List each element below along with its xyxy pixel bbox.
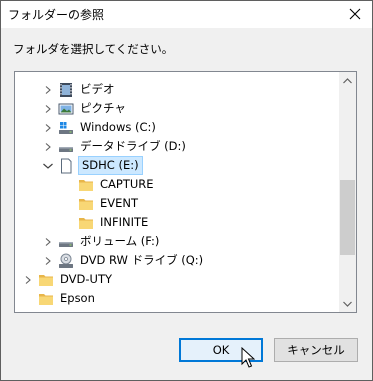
chevron-right-icon[interactable]: [41, 137, 55, 156]
scroll-down-button[interactable]: [339, 295, 356, 312]
pictures-icon: [58, 101, 74, 117]
chevron-down-icon: [343, 301, 352, 307]
tree-item-dvd-uty[interactable]: DVD-UTY: [21, 270, 114, 289]
folder-icon: [78, 215, 94, 231]
chevron-right-icon[interactable]: [41, 118, 55, 137]
folder-icon: [78, 177, 94, 193]
scroll-up-button[interactable]: [339, 72, 356, 89]
tree-item-dvd-rw-q[interactable]: DVD RW ドライブ (Q:): [41, 251, 205, 270]
drive-icon: [58, 139, 74, 155]
close-button[interactable]: [338, 1, 372, 28]
tree-item-label: DVD-UTY: [60, 272, 112, 286]
vertical-scrollbar[interactable]: [339, 72, 356, 312]
windows-drive-icon: [58, 120, 74, 136]
tree-item-infinite[interactable]: INFINITE: [61, 213, 150, 232]
chevron-right-icon[interactable]: [41, 99, 55, 118]
cancel-button[interactable]: キャンセル: [274, 338, 358, 362]
tree-item-sdhc-e[interactable]: SDHC (E:): [41, 156, 143, 175]
scroll-thumb[interactable]: [340, 180, 355, 255]
tree-item-label: データドライブ (D:): [80, 139, 186, 153]
title-bar: フォルダーの参照: [1, 1, 372, 28]
tree-item-label: EVENT: [100, 196, 139, 210]
instruction-text: フォルダを選択してください。: [13, 42, 174, 56]
tree-item-partial[interactable]: [21, 308, 58, 312]
tree-item-epson[interactable]: Epson: [21, 289, 97, 308]
tree-item-event[interactable]: EVENT: [61, 194, 140, 213]
tree-item-label: Epson: [60, 291, 95, 305]
tree-item-capture[interactable]: CAPTURE: [61, 175, 156, 194]
chevron-right-icon[interactable]: [21, 270, 35, 289]
tree-item-label: CAPTURE: [100, 177, 154, 191]
chevron-right-icon[interactable]: [41, 80, 55, 99]
chevron-right-icon[interactable]: [41, 232, 55, 251]
tree-item-label: INFINITE: [100, 215, 149, 229]
folder-icon: [78, 196, 94, 212]
tree-item-volume-f[interactable]: ボリューム (F:): [41, 232, 161, 251]
chevron-up-icon: [343, 77, 352, 83]
mouse-cursor-icon: [241, 347, 255, 368]
chevron-right-icon[interactable]: [41, 251, 55, 270]
folder-icon: [38, 272, 54, 288]
tree-item-label: ボリューム (F:): [80, 234, 160, 248]
drive-icon: [58, 234, 74, 250]
folder-tree[interactable]: ビデオ ピクチャ Windows (C:) データドライブ (D:) SDHC …: [14, 71, 357, 313]
tree-item-label: DVD RW ドライブ (Q:): [80, 253, 204, 267]
tree-item-label: SDHC (E:): [78, 156, 143, 175]
tree-item-pictures[interactable]: ピクチャ: [41, 99, 128, 118]
tree-item-label: ピクチャ: [80, 101, 126, 115]
browse-folder-dialog: フォルダーの参照 フォルダを選択してください。 ビデオ ピクチャ Windows…: [0, 0, 373, 381]
folder-icon: [38, 291, 54, 307]
dvd-drive-icon: [58, 253, 74, 269]
tree-item-windows-c[interactable]: Windows (C:): [41, 118, 158, 137]
close-icon: [349, 8, 361, 20]
tree-item-data-drive-d[interactable]: データドライブ (D:): [41, 137, 188, 156]
folder-icon: [38, 310, 54, 313]
tree-item-video[interactable]: ビデオ: [41, 80, 117, 99]
tree-item-label: ビデオ: [80, 82, 115, 96]
chevron-down-icon[interactable]: [41, 156, 55, 175]
video-icon: [58, 82, 74, 98]
tree-item-label: Windows (C:): [80, 120, 156, 134]
window-title: フォルダーの参照: [8, 8, 105, 22]
sd-card-icon: [58, 158, 74, 174]
